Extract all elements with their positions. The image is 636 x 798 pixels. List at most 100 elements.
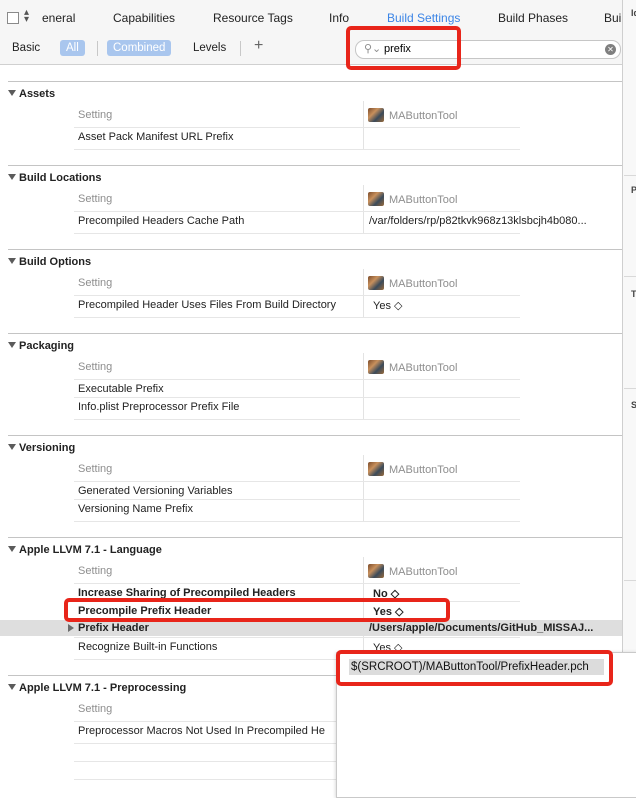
basic-button[interactable]: Basic (6, 40, 46, 56)
disclosure-triangle-icon[interactable] (8, 684, 16, 690)
row-divider (74, 499, 520, 500)
row-divider (74, 481, 520, 482)
row-divider (74, 419, 520, 420)
combined-button[interactable]: Combined (107, 40, 172, 56)
setting-column-header: Setting (78, 463, 113, 475)
setting-label[interactable]: Prefix Header (78, 622, 149, 634)
target-column-header: MAButtonTool (368, 462, 457, 476)
section-divider (8, 165, 622, 166)
section-title: Apple LLVM 7.1 - Preprocessing (19, 682, 187, 694)
column-divider (363, 353, 364, 419)
section-build-locations[interactable]: Build Locations (8, 172, 102, 184)
expand-triangle-icon[interactable] (68, 624, 74, 632)
section-title: Versioning (19, 442, 76, 454)
target-column-header: MAButtonTool (368, 564, 457, 578)
divider (97, 41, 98, 56)
target-selector-icon[interactable]: ▴ ▾ (24, 8, 29, 25)
app-icon (368, 360, 384, 374)
divider (624, 175, 636, 176)
setting-label[interactable]: Precompiled Header Uses Files From Build… (78, 299, 336, 311)
tab-build-rules[interactable]: Buil (604, 11, 624, 25)
section-packaging[interactable]: Packaging (8, 340, 74, 352)
disclosure-triangle-icon[interactable] (8, 444, 16, 450)
row-divider (74, 397, 520, 398)
column-divider (363, 455, 364, 521)
disclosure-triangle-icon[interactable] (8, 90, 16, 96)
disclosure-triangle-icon[interactable] (8, 546, 16, 552)
tab-build-settings[interactable]: Build Settings (387, 11, 460, 25)
setting-label[interactable]: Info.plist Preprocessor Prefix File (78, 401, 239, 413)
tab-resource-tags[interactable]: Resource Tags (213, 11, 293, 25)
app-icon (368, 564, 384, 578)
target-column-header: MAButtonTool (368, 276, 457, 290)
section-llvm-preprocessing[interactable]: Apple LLVM 7.1 - Preprocessing (8, 682, 186, 694)
section-title: Build Options (19, 256, 92, 268)
disclosure-triangle-icon[interactable] (8, 342, 16, 348)
setting-label[interactable]: Versioning Name Prefix (78, 503, 193, 515)
section-title: Apple LLVM 7.1 - Language (19, 544, 162, 556)
target-name: MAButtonTool (389, 464, 458, 476)
section-title: Build Locations (19, 172, 102, 184)
tab-build-phases[interactable]: Build Phases (498, 11, 568, 25)
section-versioning[interactable]: Versioning (8, 442, 75, 454)
row-divider (74, 211, 520, 212)
annotation-highlight-search (346, 26, 461, 70)
inspector-label: P (631, 185, 636, 195)
divider (624, 580, 636, 581)
inspector-label: Id (631, 8, 636, 18)
app-icon (368, 192, 384, 206)
row-divider (74, 379, 520, 380)
column-divider (363, 185, 364, 233)
annotation-highlight-precompile (64, 598, 450, 622)
target-name: MAButtonTool (389, 566, 458, 578)
setting-value[interactable]: Yes ◇ (373, 299, 402, 312)
row-divider (74, 127, 520, 128)
disclosure-triangle-icon[interactable] (8, 174, 16, 180)
add-setting-button[interactable]: + (254, 37, 263, 55)
section-title: Assets (19, 88, 56, 100)
disclosure-triangle-icon[interactable] (8, 258, 16, 264)
inspector-label: S (631, 400, 636, 410)
setting-column-header: Setting (78, 703, 113, 715)
app-icon (368, 108, 384, 122)
target-column-header: MAButtonTool (368, 108, 457, 122)
target-name: MAButtonTool (389, 194, 458, 206)
divider (624, 388, 636, 389)
section-title: Packaging (19, 340, 75, 352)
setting-value[interactable]: /var/folders/rp/p82tkvk968z13klsbcjh4b08… (369, 215, 587, 227)
row-divider (74, 149, 520, 150)
section-divider (8, 249, 622, 250)
setting-label[interactable]: Recognize Built-in Functions (78, 641, 217, 653)
section-divider (8, 333, 622, 334)
tab-general[interactable]: eneral (42, 11, 75, 25)
setting-label[interactable]: Precompiled Headers Cache Path (78, 215, 244, 227)
inspector-label: T (631, 289, 636, 299)
setting-value[interactable]: /Users/apple/Documents/GitHub_MISSAJ... (369, 622, 593, 634)
section-divider (8, 81, 622, 82)
levels-button[interactable]: Levels (187, 40, 232, 56)
setting-label[interactable]: Generated Versioning Variables (78, 485, 233, 497)
setting-column-header: Setting (78, 277, 113, 289)
tab-info[interactable]: Info (329, 11, 349, 25)
tab-capabilities[interactable]: Capabilities (113, 11, 175, 25)
section-llvm-language[interactable]: Apple LLVM 7.1 - Language (8, 544, 162, 556)
section-divider (8, 435, 622, 436)
setting-column-header: Setting (78, 361, 113, 373)
setting-label[interactable]: Executable Prefix (78, 383, 164, 395)
editor-tab-bar: ▴ ▾ eneral Capabilities Resource Tags Inf… (0, 0, 636, 35)
row-divider (74, 637, 520, 638)
section-build-options[interactable]: Build Options (8, 256, 91, 268)
filter-bar: Basic All Combined Levels + ⚲⌄ prefix ✕ (0, 34, 636, 65)
setting-column-header: Setting (78, 193, 113, 205)
setting-label[interactable]: Asset Pack Manifest URL Prefix (78, 131, 233, 143)
target-column-header: MAButtonTool (368, 192, 457, 206)
checkbox-icon[interactable] (7, 12, 19, 24)
row-divider (74, 233, 520, 234)
section-assets[interactable]: Assets (8, 88, 55, 100)
all-button[interactable]: All (60, 40, 85, 56)
clear-search-icon[interactable]: ✕ (605, 44, 616, 55)
target-name: MAButtonTool (389, 362, 458, 374)
column-divider (363, 101, 364, 149)
row-divider (74, 521, 520, 522)
setting-label[interactable]: Preprocessor Macros Not Used In Precompi… (78, 725, 325, 737)
